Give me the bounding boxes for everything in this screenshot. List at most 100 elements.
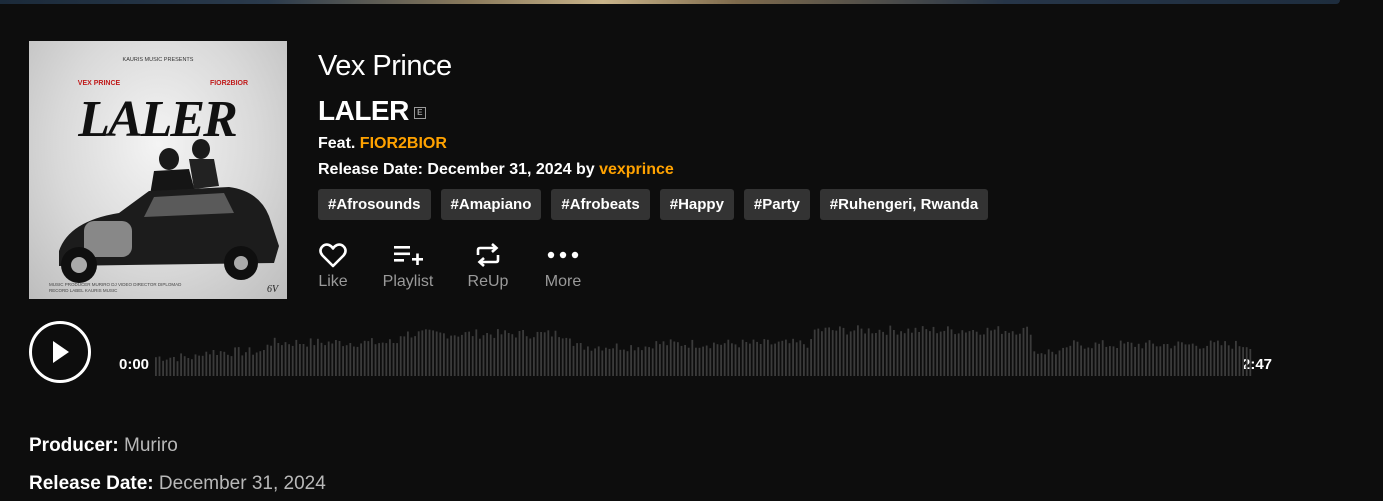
waveform-bar bbox=[1004, 331, 1007, 376]
waveform-bar bbox=[648, 347, 650, 376]
waveform-bar bbox=[1166, 344, 1169, 376]
waveform-bar bbox=[929, 331, 931, 376]
waveform-bar bbox=[680, 345, 683, 376]
waveform-bar bbox=[795, 342, 798, 376]
meta-release-value: December 31, 2024 bbox=[158, 473, 326, 494]
waveform-bar bbox=[993, 329, 996, 376]
waveform-bar bbox=[972, 330, 974, 376]
waveform-bar bbox=[471, 336, 474, 376]
like-button[interactable]: Like bbox=[318, 240, 348, 291]
waveform-bar bbox=[1141, 348, 1144, 376]
more-button[interactable]: More bbox=[543, 240, 583, 291]
uploader-link[interactable]: vexprince bbox=[599, 161, 674, 178]
waveform-bar bbox=[1026, 326, 1028, 376]
feat-artist-link[interactable]: FIOR2BIOR bbox=[360, 135, 447, 152]
tag-location[interactable]: #Ruhengeri, Rwanda bbox=[819, 189, 989, 220]
waveform-bar bbox=[277, 343, 280, 376]
waveform-bar bbox=[356, 346, 359, 376]
action-bar: Like Playlist ReUp More bbox=[318, 240, 583, 291]
waveform-bar bbox=[180, 353, 182, 376]
waveform-bar bbox=[1235, 340, 1237, 376]
waveform-bar bbox=[914, 327, 917, 376]
waveform-bar bbox=[320, 342, 323, 376]
waveform-bar bbox=[1148, 340, 1151, 376]
waveform-bar bbox=[990, 330, 992, 376]
waveform-bar bbox=[900, 331, 902, 376]
tag-happy[interactable]: #Happy bbox=[659, 189, 734, 220]
waveform-bar bbox=[695, 347, 697, 376]
waveform-seekbar[interactable] bbox=[155, 322, 1255, 376]
release-date-label: Release Date: December 31, 2024 by bbox=[318, 161, 595, 178]
play-button[interactable] bbox=[29, 321, 91, 383]
waveform-bar bbox=[756, 341, 758, 376]
waveform-bar bbox=[227, 354, 229, 376]
waveform-bar bbox=[1134, 346, 1136, 376]
waveform-bar bbox=[1249, 349, 1252, 376]
waveform-bar bbox=[623, 349, 625, 376]
waveform-bar bbox=[345, 345, 348, 376]
waveform-bar bbox=[1123, 343, 1126, 376]
waveform-bar bbox=[781, 340, 784, 376]
waveform-bar bbox=[479, 338, 481, 376]
waveform-bar bbox=[1127, 341, 1129, 376]
waveform-bar bbox=[554, 330, 557, 376]
like-label: Like bbox=[318, 273, 348, 290]
waveform-bar bbox=[1220, 345, 1223, 376]
waveform-bar bbox=[954, 334, 956, 376]
waveform-bar bbox=[745, 342, 748, 376]
tag-afrobeats[interactable]: #Afrobeats bbox=[551, 189, 650, 220]
waveform-bar bbox=[176, 361, 179, 376]
waveform-bar bbox=[475, 329, 478, 376]
waveform-bar bbox=[597, 346, 600, 376]
tag-amapiano[interactable]: #Amapiano bbox=[440, 189, 542, 220]
waveform-bar bbox=[943, 330, 946, 376]
waveform-bar bbox=[687, 347, 690, 376]
waveform-bar bbox=[407, 331, 409, 376]
waveform-bar bbox=[1094, 342, 1097, 376]
waveform-bar bbox=[587, 346, 589, 376]
reup-label: ReUp bbox=[467, 273, 509, 290]
waveform-bar bbox=[241, 355, 244, 376]
waveform-bar bbox=[846, 334, 848, 376]
waveform-bar bbox=[1080, 345, 1082, 376]
waveform-bar bbox=[893, 330, 895, 376]
waveform-bar bbox=[1213, 342, 1216, 376]
waveform-bar bbox=[1163, 344, 1165, 376]
waveform-bar bbox=[317, 338, 319, 376]
waveform-bar bbox=[162, 360, 164, 376]
waveform-bar bbox=[504, 330, 506, 376]
waveform-bar bbox=[662, 341, 665, 376]
waveform-bar bbox=[1098, 343, 1100, 376]
tag-party[interactable]: #Party bbox=[743, 189, 810, 220]
waveform-bar bbox=[882, 331, 884, 376]
waveform-bar bbox=[1191, 343, 1194, 376]
artist-name[interactable]: Vex Prince bbox=[318, 50, 452, 83]
waveform-bar bbox=[255, 352, 258, 376]
waveform-bar bbox=[230, 356, 233, 376]
waveform-bar bbox=[1119, 340, 1122, 376]
waveform-bar bbox=[1245, 347, 1248, 376]
waveform-bar bbox=[536, 331, 539, 376]
playlist-button[interactable]: Playlist bbox=[382, 240, 434, 291]
tag-afrosounds[interactable]: #Afrosounds bbox=[318, 189, 431, 220]
waveform-bar bbox=[353, 346, 355, 376]
reup-button[interactable]: ReUp bbox=[468, 240, 508, 291]
waveform-bar bbox=[1242, 347, 1244, 376]
waveform-bar bbox=[979, 334, 982, 376]
waveform-bar bbox=[489, 334, 492, 376]
waveform-bar bbox=[468, 331, 470, 376]
waveform-bar bbox=[342, 346, 344, 376]
waveform-bar bbox=[223, 351, 226, 376]
album-cover[interactable]: KAURIS MUSIC PRESENTS VEX PRINCE FIOR2BI… bbox=[29, 41, 287, 299]
waveform-bar bbox=[389, 339, 391, 376]
waveform-bar bbox=[464, 332, 467, 376]
meta-release-label: Release Date: bbox=[29, 473, 154, 494]
waveform-bar bbox=[1170, 348, 1172, 376]
waveform-bar bbox=[579, 343, 582, 376]
waveform-bar bbox=[414, 336, 416, 376]
waveform-bar bbox=[371, 338, 373, 376]
waveform-bar bbox=[1155, 346, 1158, 376]
waveform-bar bbox=[1037, 353, 1039, 376]
waveform-bar bbox=[529, 338, 532, 376]
waveform-bar bbox=[792, 338, 794, 376]
